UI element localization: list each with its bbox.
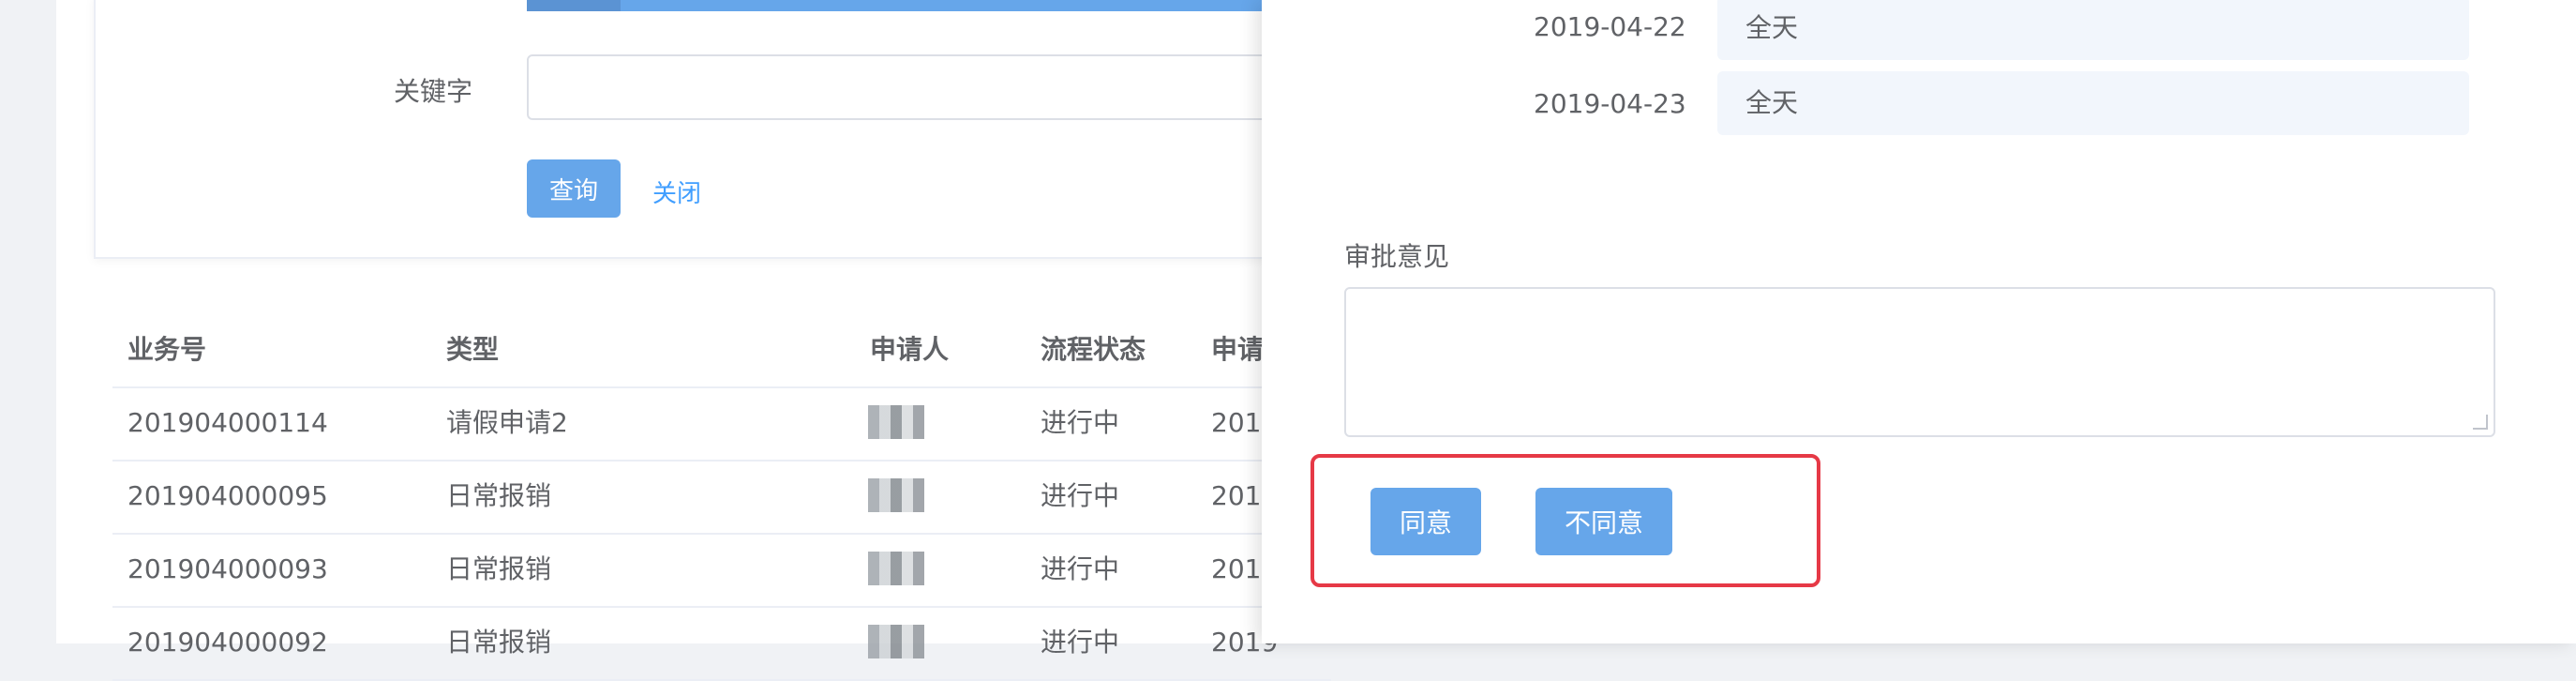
row-business-no: 201904000093	[127, 553, 328, 584]
applicant-redacted	[868, 552, 924, 585]
date-range-bar-start	[527, 0, 621, 11]
row-type: 日常报销	[446, 480, 552, 511]
header-business-no: 业务号	[127, 334, 207, 365]
table-row[interactable]: 201904000093 日常报销 进行中 2019	[112, 533, 1331, 608]
header-apply-date: 申请	[1211, 334, 1265, 365]
row-type: 日常报销	[446, 553, 552, 584]
row-status: 进行中	[1041, 480, 1120, 511]
table-row[interactable]: 201904000114 请假申请2 进行中 2019	[112, 386, 1331, 462]
leave-duration-field: 全天	[1717, 0, 2469, 60]
table-header: 业务号 类型 申请人 流程状态 申请	[112, 313, 1331, 388]
header-applicant: 申请人	[870, 334, 950, 365]
approval-opinion-label: 审批意见	[1344, 241, 1450, 272]
leave-duration-field: 全天	[1717, 71, 2469, 135]
approval-drawer: 2019-04-22 全天 2019-04-23 全天 审批意见 同意 不同意	[1262, 0, 2576, 643]
applicant-redacted	[868, 405, 924, 439]
leave-date-label: 2019-04-22	[1534, 11, 1686, 42]
date-range-bar[interactable]	[527, 0, 1277, 11]
applicant-redacted	[868, 625, 924, 658]
table-row[interactable]: 201904000092 日常报销 进行中 2019	[112, 606, 1331, 681]
row-status: 进行中	[1041, 407, 1120, 438]
row-type: 请假申请2	[446, 407, 568, 438]
query-button[interactable]: 查询	[527, 159, 621, 218]
approval-opinion-textarea[interactable]	[1344, 287, 2495, 437]
applicant-redacted	[868, 478, 924, 512]
row-business-no: 201904000095	[127, 480, 328, 511]
search-form-card	[94, 0, 1312, 259]
leave-date-label: 2019-04-23	[1534, 88, 1686, 119]
resize-grip-icon[interactable]	[2473, 415, 2488, 430]
keyword-input[interactable]	[527, 54, 1370, 120]
row-type: 日常报销	[446, 627, 552, 658]
agree-button[interactable]: 同意	[1370, 488, 1481, 555]
row-business-no: 201904000114	[127, 407, 328, 438]
row-status: 进行中	[1041, 553, 1120, 584]
row-business-no: 201904000092	[127, 627, 328, 658]
keyword-label: 关键字	[394, 76, 473, 107]
header-process-status: 流程状态	[1041, 334, 1146, 365]
header-type: 类型	[446, 334, 500, 365]
disagree-button[interactable]: 不同意	[1535, 488, 1672, 555]
table-row[interactable]: 201904000095 日常报销 进行中 2019	[112, 460, 1331, 535]
row-status: 进行中	[1041, 627, 1120, 658]
close-link[interactable]: 关闭	[652, 174, 701, 209]
